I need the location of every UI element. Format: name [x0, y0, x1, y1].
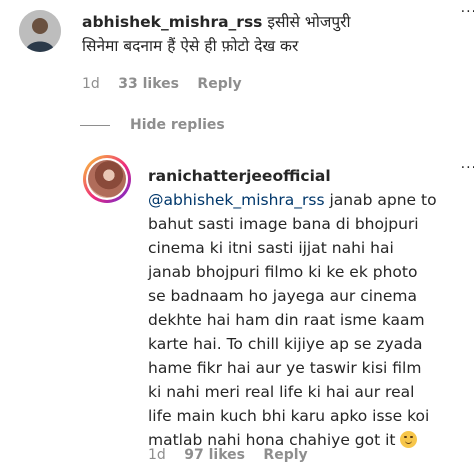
comment-body: abhishek_mishra_rss इसीसे भोजपुरी सिनेमा … — [82, 10, 382, 58]
avatar-abhishek[interactable] — [19, 10, 61, 52]
reply-username[interactable]: ranichatterjeeofficial — [148, 167, 331, 185]
reply-body: ranichatterjeeofficial @abhishek_mishra_… — [148, 164, 438, 452]
user-photo-icon — [88, 160, 126, 198]
more-options-icon[interactable]: ··· — [461, 160, 474, 176]
more-options-icon[interactable]: ··· — [461, 4, 474, 20]
comment-time[interactable]: 1d — [82, 76, 100, 92]
hide-replies-label: Hide replies — [130, 117, 225, 133]
comment-likes[interactable]: 33 likes — [118, 76, 179, 92]
reply-time[interactable]: 1d — [148, 447, 166, 463]
comment-username[interactable]: abhishek_mishra_rss — [82, 13, 262, 31]
avatar-ranichatterjee[interactable] — [83, 155, 131, 203]
divider-line — [80, 124, 110, 126]
smirking-face-icon — [399, 431, 417, 448]
reply-text: janab apne to bahut sasti image bana di … — [148, 191, 437, 449]
comment-meta: 1d 33 likes Reply — [82, 76, 256, 92]
reply-likes[interactable]: 97 likes — [184, 447, 245, 463]
avatar-ring-gap — [86, 158, 128, 200]
hide-replies-button[interactable]: Hide replies — [80, 117, 225, 133]
reply-reply-button[interactable]: Reply — [263, 447, 307, 463]
reply-meta: 1d 97 likes Reply — [148, 447, 322, 463]
reply-button[interactable]: Reply — [197, 76, 241, 92]
user-photo-icon — [19, 10, 61, 52]
mention-link[interactable]: @abhishek_mishra_rss — [148, 191, 325, 209]
